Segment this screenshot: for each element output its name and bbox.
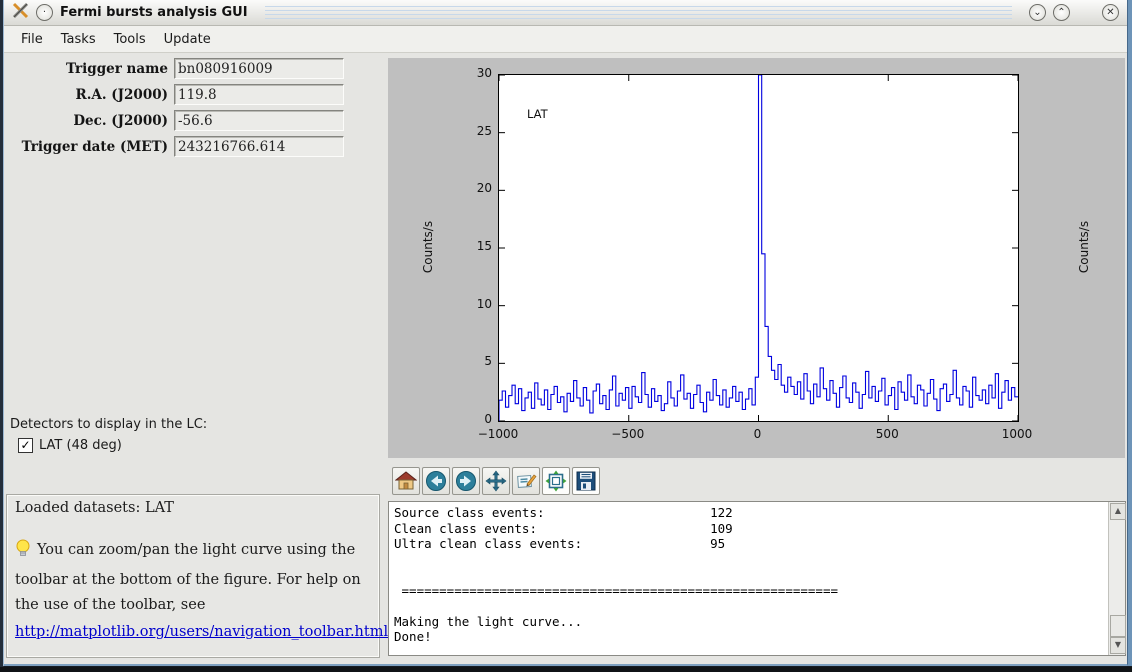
scrollbar-up-icon[interactable]: ▲ bbox=[1110, 503, 1126, 520]
dec-label: Dec. (J2000) bbox=[73, 113, 168, 129]
subplots-button[interactable] bbox=[542, 466, 570, 495]
save-icon bbox=[576, 471, 596, 490]
window-title: Fermi bursts analysis GUI bbox=[60, 5, 248, 20]
ra-field[interactable] bbox=[174, 84, 344, 105]
ylabel-right: Counts/s bbox=[1077, 220, 1092, 274]
trigger-name-field[interactable] bbox=[174, 58, 344, 79]
ylabel-left: Counts/s bbox=[421, 220, 436, 274]
home-icon bbox=[395, 470, 417, 489]
series-label: LAT bbox=[527, 107, 548, 121]
plot-canvas[interactable]: LAT bbox=[498, 74, 1019, 422]
back-icon bbox=[426, 470, 446, 491]
zoom-icon bbox=[517, 474, 537, 488]
forward-icon bbox=[456, 470, 476, 491]
app-icon bbox=[12, 2, 29, 23]
menubar: File Tasks Tools Update bbox=[4, 26, 1127, 53]
tick-label: 10 bbox=[476, 296, 492, 311]
light-curve-line bbox=[499, 75, 1018, 421]
tick-label: −500 bbox=[611, 427, 645, 441]
window-border-right bbox=[1128, 0, 1132, 666]
scrollbar-thumb[interactable] bbox=[1110, 615, 1126, 637]
screen: · Fermi bursts analysis GUI ⌄ ⌃ ✕ File T… bbox=[0, 0, 1132, 672]
ra-label: R.A. (J2000) bbox=[75, 87, 168, 103]
scrollbar-down-icon[interactable]: ▼ bbox=[1110, 637, 1126, 654]
forward-button[interactable] bbox=[452, 466, 480, 495]
tick-label: 15 bbox=[476, 239, 492, 253]
tick-label: 0 bbox=[753, 427, 762, 441]
detector-checkbox-row[interactable]: ✓ LAT (48 deg) bbox=[18, 438, 122, 453]
trigger-date-field[interactable] bbox=[174, 136, 344, 157]
menu-file[interactable]: File bbox=[12, 28, 52, 51]
console-output: Source class events: 122 Clean class eve… bbox=[394, 505, 839, 644]
plot-toolbar bbox=[388, 463, 1125, 498]
light-curve-svg bbox=[499, 75, 1018, 421]
tick-label: 500 bbox=[875, 427, 899, 441]
pan-icon bbox=[485, 470, 507, 491]
menu-tools[interactable]: Tools bbox=[105, 28, 155, 51]
subplots-icon bbox=[545, 470, 567, 491]
lat-checkbox[interactable]: ✓ bbox=[18, 438, 33, 453]
menu-update[interactable]: Update bbox=[155, 28, 220, 51]
tick-label: 5 bbox=[484, 354, 492, 369]
trigger-date-label: Trigger date (MET) bbox=[21, 139, 168, 155]
lat-checkbox-label: LAT (48 deg) bbox=[39, 438, 122, 453]
desktop-taskbar-sliver bbox=[0, 667, 1132, 672]
menu-tasks[interactable]: Tasks bbox=[52, 28, 105, 51]
pan-button[interactable] bbox=[482, 466, 510, 495]
info-panel: Loaded datasets: LAT You can zoom/pan th… bbox=[6, 494, 388, 658]
minimize-button[interactable]: ⌄ bbox=[1029, 4, 1046, 21]
maximize-button[interactable]: ⌃ bbox=[1053, 4, 1070, 21]
matplotlib-toolbar-link[interactable]: http://matplotlib.org/users/navigation_t… bbox=[15, 620, 388, 645]
detectors-label: Detectors to display in the LC: bbox=[10, 417, 208, 432]
zoom-button[interactable] bbox=[512, 466, 540, 495]
titlebar[interactable]: · Fermi bursts analysis GUI ⌄ ⌃ ✕ bbox=[4, 0, 1127, 26]
tick-label: 20 bbox=[476, 181, 492, 196]
tick-label: 30 bbox=[476, 66, 492, 80]
trigger-name-label: Trigger name bbox=[65, 61, 168, 77]
save-button[interactable] bbox=[572, 466, 600, 495]
lightbulb-icon bbox=[15, 539, 31, 568]
tick-label: 1000 bbox=[1001, 427, 1033, 441]
tick-label: 0 bbox=[484, 412, 492, 426]
close-button[interactable]: ✕ bbox=[1102, 4, 1119, 21]
tick-label: −1000 bbox=[477, 427, 519, 441]
tip-text-block: You can zoom/pan the light curve using t… bbox=[15, 538, 388, 645]
tip-text: You can zoom/pan the light curve using t… bbox=[15, 542, 361, 613]
tick-label: 25 bbox=[476, 123, 492, 138]
titlebar-grip bbox=[264, 5, 1012, 20]
light-curve-figure: Counts/s Counts/s LAT −1000 −500 0 500 1000 0… bbox=[388, 58, 1125, 458]
window-menu-icon[interactable]: · bbox=[36, 4, 53, 21]
app-window: · Fermi bursts analysis GUI ⌄ ⌃ ✕ File T… bbox=[4, 0, 1128, 666]
home-button[interactable] bbox=[392, 466, 420, 495]
console-panel[interactable]: Source class events: 122 Clean class eve… bbox=[388, 501, 1126, 656]
back-button[interactable] bbox=[422, 466, 450, 495]
console-scrollbar[interactable]: ▲ ▼ bbox=[1108, 502, 1126, 655]
dec-field[interactable] bbox=[174, 110, 344, 131]
loaded-datasets-text: Loaded datasets: LAT bbox=[15, 500, 174, 516]
